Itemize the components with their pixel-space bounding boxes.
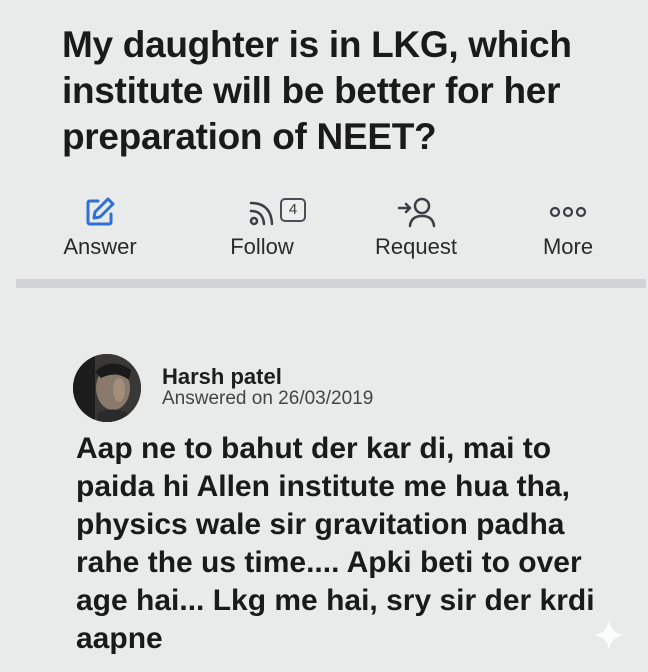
follow-count-badge: 4 [280,198,306,222]
question-action-bar: Answer Follow Request More [0,192,648,272]
more-button[interactable]: More [536,192,600,260]
person-arrow-icon [396,192,436,232]
request-button[interactable]: Request [372,192,460,260]
question-title: My daughter is in LKG, which institute w… [62,24,572,157]
rss-feed-icon [245,192,279,232]
answer-label: Answer [63,234,137,259]
answer-button[interactable]: Answer [60,192,140,260]
request-label: Request [375,234,457,259]
answered-date: Answered on 26/03/2019 [162,388,374,409]
author-avatar[interactable] [73,354,141,422]
sparkle-icon [592,618,626,652]
pencil-square-icon [83,192,117,232]
three-dots-icon [548,192,588,232]
follow-label: Follow [230,234,294,259]
more-label: More [542,234,594,259]
author-name[interactable]: Harsh patel [162,365,282,389]
section-divider [16,279,646,288]
answer-text: Aap ne to bahut der kar di, mai to paida… [76,432,595,655]
